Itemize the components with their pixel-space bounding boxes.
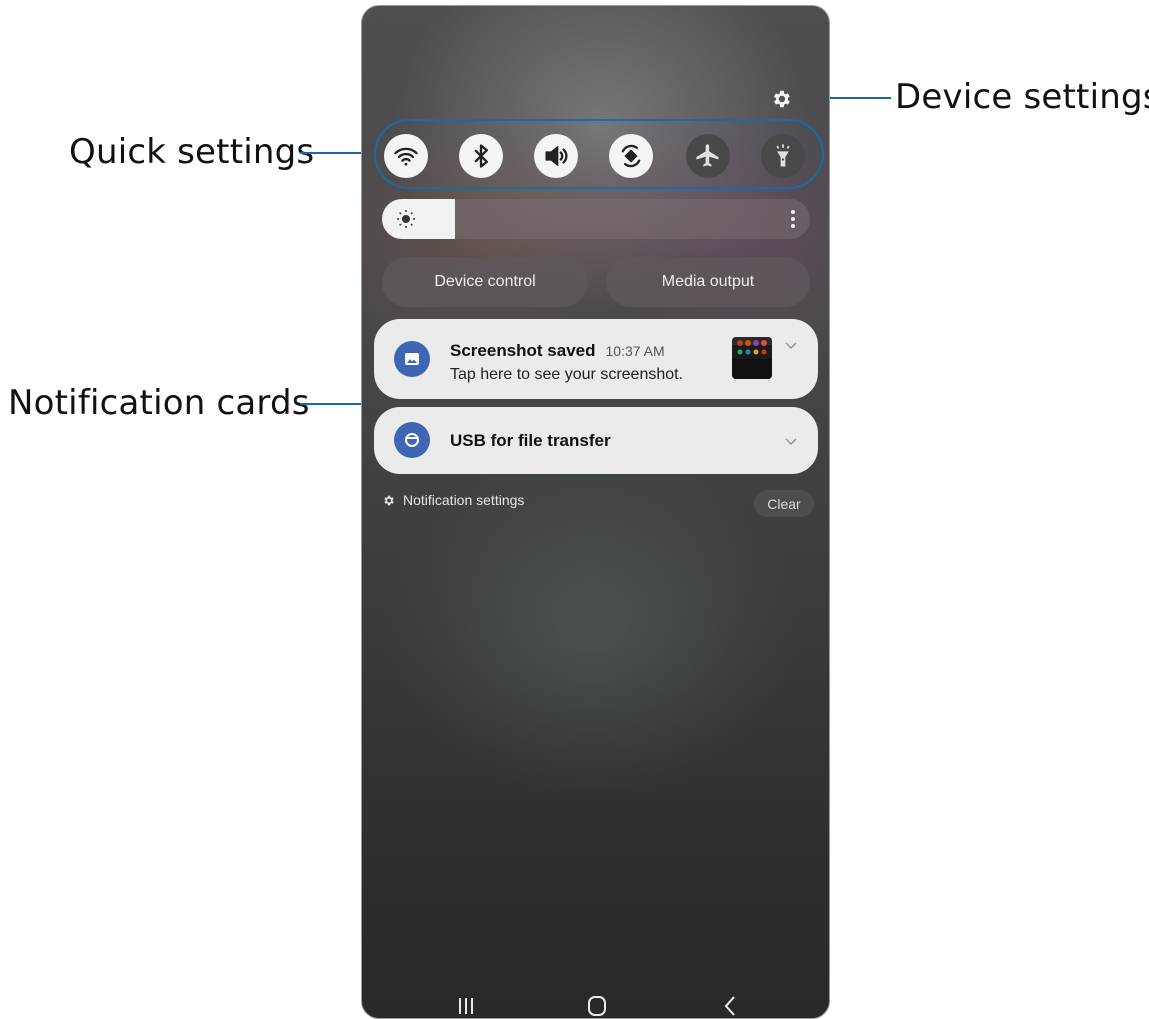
usb-notification-card[interactable]: USB for file transfer xyxy=(374,407,818,474)
brightness-fill xyxy=(382,199,455,239)
usb-icon xyxy=(405,433,419,447)
notification-settings-link[interactable]: Notification settings xyxy=(382,492,524,508)
more-options-icon[interactable] xyxy=(790,209,796,229)
expand-chevron-icon[interactable] xyxy=(784,437,798,447)
airplane-mode-icon xyxy=(696,144,719,167)
device-settings-callout: Device settings xyxy=(895,77,1149,117)
notification-body: Tap here to see your screenshot. xyxy=(450,366,684,383)
usb-app-icon xyxy=(394,422,430,458)
brightness-icon xyxy=(397,210,415,228)
quick-settings-callout: Quick settings xyxy=(69,132,315,172)
recent-apps-icon[interactable] xyxy=(448,991,484,1019)
airplane-mode-toggle[interactable] xyxy=(686,134,730,178)
notification-title: USB for file transfer xyxy=(450,431,611,450)
notification-time: 10:37 AM xyxy=(605,343,665,359)
gallery-app-icon xyxy=(394,341,430,377)
auto-rotate-toggle[interactable] xyxy=(609,134,653,178)
home-icon[interactable] xyxy=(579,991,615,1019)
expand-chevron-icon[interactable] xyxy=(784,341,798,351)
sound-toggle[interactable] xyxy=(534,134,578,178)
bluetooth-icon xyxy=(474,144,488,168)
clear-button[interactable]: Clear xyxy=(754,490,814,517)
flashlight-icon xyxy=(776,144,790,167)
gear-icon xyxy=(384,495,394,505)
notification-settings-label: Notification settings xyxy=(403,492,525,508)
auto-rotate-icon xyxy=(621,144,641,168)
screenshot-notification-card[interactable]: Screenshot saved 10:37 AM Tap here to see… xyxy=(374,319,818,399)
sound-icon xyxy=(545,145,568,167)
quick-settings-panel xyxy=(374,119,824,189)
notification-cards-callout: Notification cards xyxy=(8,383,310,423)
back-icon[interactable] xyxy=(712,991,748,1019)
bluetooth-toggle[interactable] xyxy=(459,134,503,178)
brightness-slider[interactable] xyxy=(382,199,810,239)
device-control-button[interactable]: Device control xyxy=(382,257,588,307)
wifi-toggle[interactable] xyxy=(384,134,428,178)
screenshot-thumbnail xyxy=(732,337,772,379)
gear-icon[interactable] xyxy=(770,88,792,110)
flashlight-toggle[interactable] xyxy=(761,134,805,178)
notification-panel: Device control Media output Screenshot s… xyxy=(361,5,830,1019)
image-icon xyxy=(405,353,419,365)
notification-title-text: Screenshot saved xyxy=(450,341,596,360)
media-output-button[interactable]: Media output xyxy=(606,257,810,307)
navigation-bar xyxy=(362,991,829,1019)
notification-title: Screenshot saved 10:37 AM xyxy=(450,341,665,361)
wifi-icon xyxy=(394,147,418,166)
